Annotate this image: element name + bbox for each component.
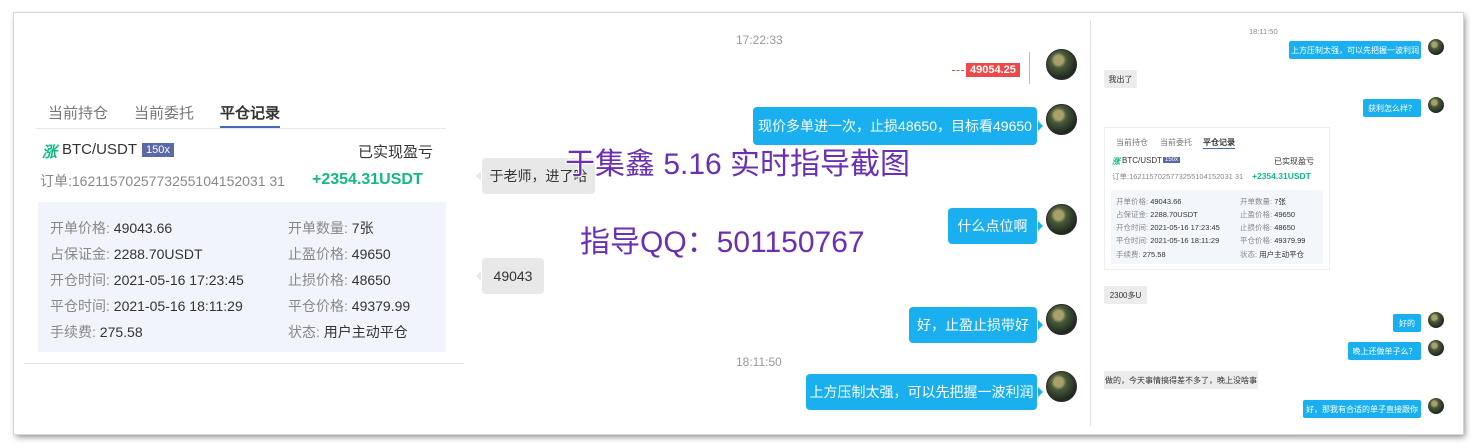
mini-message-outgoing[interactable]: 上方压制太强，可以先把握一波利润: [1289, 41, 1421, 59]
watermark-contact: 指导QQ：501150767: [580, 226, 865, 259]
mini-message-incoming[interactable]: 做的，今天事情搞得差不多了，晚上没啥事: [1104, 371, 1258, 389]
close-price-row: 平仓价格: 49379.99: [288, 298, 411, 314]
mini-avatar: [1428, 340, 1444, 356]
mini-tab-current-position: 当前持仓: [1116, 138, 1148, 147]
avatar[interactable]: [1046, 304, 1077, 335]
chat-message-outgoing[interactable]: 什么点位啊: [948, 208, 1043, 244]
mini-avatar: [1428, 97, 1444, 113]
mini-message-outgoing[interactable]: 好，那我有合适的单子直接跟你: [1303, 400, 1421, 418]
mini-margin: 占保证金: 2288.70USDT: [1116, 210, 1198, 219]
leverage-badge: 150x: [142, 143, 174, 157]
mini-timestamp: 18:11:50: [1249, 27, 1278, 36]
mini-tab-close-records: 平仓记录: [1203, 138, 1235, 149]
mini-take-profit: 止盈价格: 49650: [1240, 210, 1296, 219]
panel-divider: [1090, 20, 1091, 426]
watermark-title: 于集鑫 5.16 实时指导截图: [565, 148, 911, 181]
mini-close-time: 平仓时间: 2021-05-16 18:11:29: [1116, 236, 1220, 245]
trade-tabs: 当前持仓 当前委托 平仓记录: [48, 102, 306, 128]
mini-symbol: BTC/USDT: [1122, 156, 1162, 165]
tab-close-records[interactable]: 平仓记录: [220, 102, 281, 128]
chat-message-incoming[interactable]: 49043: [476, 258, 544, 294]
tab-current-position[interactable]: 当前持仓: [48, 102, 108, 126]
long-icon: 涨: [42, 144, 58, 161]
status-row: 状态: 用户主动平仓: [288, 324, 408, 340]
mini-message-outgoing[interactable]: 晚上还做单子么？: [1348, 342, 1421, 360]
mini-message-incoming[interactable]: 2300多U: [1104, 286, 1147, 304]
mini-open-qty: 开单数量: 7张: [1240, 197, 1286, 206]
mini-fee: 手续费: 275.58: [1116, 250, 1166, 259]
mini-long-icon: 涨: [1112, 157, 1120, 166]
avatar[interactable]: [1046, 104, 1077, 135]
avatar[interactable]: [1046, 204, 1077, 235]
close-time-row: 平仓时间: 2021-05-16 18:11:29: [50, 298, 243, 314]
mini-close-price: 平仓价格: 49379.99: [1240, 236, 1306, 245]
symbol-label: BTC/USDT: [62, 141, 137, 158]
stop-loss-row: 止损价格: 48650: [288, 272, 391, 288]
avatar[interactable]: [1046, 49, 1077, 80]
mini-avatar: [1428, 398, 1444, 414]
mini-stop-loss: 止损价格: 48650: [1240, 223, 1296, 232]
avatar[interactable]: [1046, 371, 1077, 402]
tab-current-orders[interactable]: 当前委托: [134, 102, 194, 126]
mini-open-price: 开单价格: 49043.66: [1116, 197, 1182, 206]
open-qty-row: 开单数量: 7张: [288, 220, 374, 236]
mini-message-incoming[interactable]: 我出了: [1104, 70, 1137, 88]
mini-pnl-value: +2354.31USDT: [1252, 171, 1311, 181]
chart-snippet[interactable]: 49054.25: [952, 52, 1030, 84]
price-tag: 49054.25: [966, 63, 1020, 77]
pnl-value: +2354.31USDT: [312, 171, 423, 188]
chat-message-outgoing[interactable]: 上方压制太强，可以先把握一波利润: [806, 374, 1043, 410]
mini-leverage: 150x: [1163, 157, 1181, 163]
fee-row: 手续费: 275.58: [50, 324, 143, 340]
timestamp-1: 17:22:33: [736, 33, 783, 47]
take-profit-row: 止盈价格: 49650: [288, 246, 391, 262]
mini-message-outgoing[interactable]: 好的: [1393, 314, 1421, 332]
open-price-row: 开单价格: 49043.66: [50, 220, 173, 236]
mini-avatar: [1428, 39, 1444, 55]
mini-pnl-label: 已实现盈亏: [1274, 157, 1314, 166]
pnl-label: 已实现盈亏: [358, 144, 434, 161]
tabs-divider: [36, 128, 446, 129]
mini-avatar: [1428, 312, 1444, 328]
mini-order-id: 订单:1621157025773255104152031 31: [1112, 172, 1244, 181]
mini-open-time: 开仓时间: 2021-05-16 17:23:45: [1116, 223, 1220, 232]
timestamp-2: 18:11:50: [736, 355, 782, 369]
mini-status: 状态: 用户主动平仓: [1240, 250, 1305, 259]
margin-row: 占保证金: 2288.70USDT: [50, 246, 203, 262]
chat-message-outgoing[interactable]: 好，止盈止损带好: [909, 307, 1043, 343]
mini-message-outgoing[interactable]: 获利怎么样？: [1363, 99, 1421, 117]
mini-tab-current-orders: 当前委托: [1160, 138, 1192, 147]
chart-dashed-line: [952, 70, 964, 71]
open-time-row: 开仓时间: 2021-05-16 17:23:45: [50, 272, 244, 288]
order-id: 订单:1621157025773255104152031 31: [40, 173, 285, 189]
